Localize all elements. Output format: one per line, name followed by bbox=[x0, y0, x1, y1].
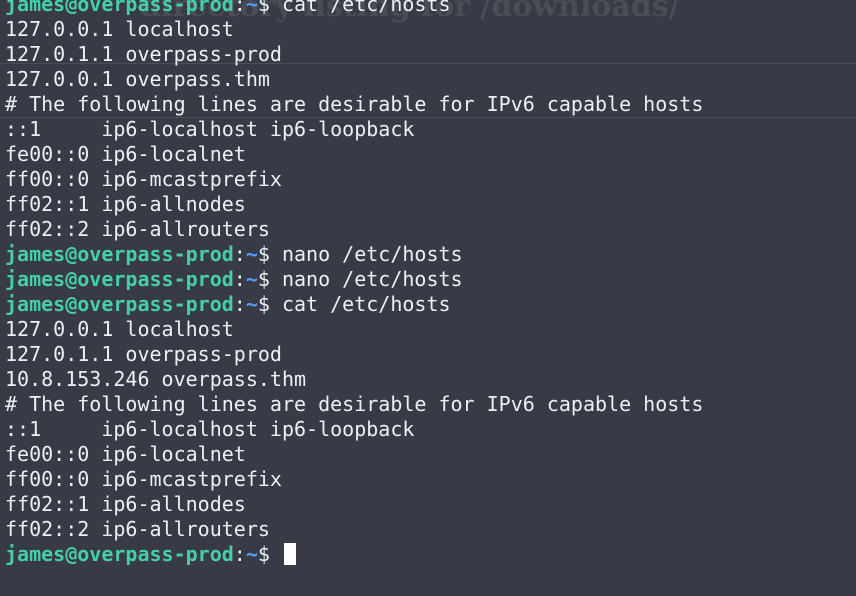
terminal-output: james@overpass-prod:~$ cat /etc/hosts 127… bbox=[5, 0, 703, 567]
prompt-path: ~ bbox=[245, 242, 258, 266]
output-line: ff02::1 ip6-allnodes bbox=[5, 492, 246, 516]
prompt-colon: : bbox=[233, 292, 246, 316]
prompt-symbol: $ bbox=[257, 242, 282, 266]
output-line: ff00::0 ip6-mcastprefix bbox=[5, 167, 282, 191]
terminal-cursor[interactable] bbox=[283, 543, 296, 565]
prompt-colon: : bbox=[233, 267, 246, 291]
command-text: nano /etc/hosts bbox=[281, 267, 463, 291]
output-line: ::1 ip6-localhost ip6-loopback bbox=[5, 117, 415, 141]
command-text: nano /etc/hosts bbox=[281, 242, 463, 266]
prompt-user-host: james@overpass-prod bbox=[5, 267, 234, 291]
prompt-symbol: $ bbox=[257, 292, 282, 316]
prompt-line: james@overpass-prod:~$ nano /etc/hosts bbox=[5, 242, 703, 267]
prompt-user-host: james@overpass-prod bbox=[5, 292, 234, 316]
output-line: ff00::0 ip6-mcastprefix bbox=[5, 467, 282, 491]
prompt-line: james@overpass-prod:~$ nano /etc/hosts bbox=[5, 267, 703, 292]
prompt-path: ~ bbox=[245, 292, 258, 316]
command-text: cat /etc/hosts bbox=[281, 0, 451, 16]
prompt-user-host: james@overpass-prod bbox=[5, 242, 234, 266]
prompt-line: james@overpass-prod:~$ cat /etc/hosts bbox=[5, 292, 703, 317]
prompt-colon: : bbox=[233, 242, 246, 266]
output-line: # The following lines are desirable for … bbox=[5, 92, 704, 116]
output-line: 127.0.0.1 localhost bbox=[5, 17, 234, 41]
prompt-symbol: $ bbox=[257, 267, 282, 291]
output-line: 127.0.1.1 overpass-prod bbox=[5, 42, 282, 66]
prompt-user-host: james@overpass-prod bbox=[5, 0, 234, 16]
prompt-colon: : bbox=[233, 0, 246, 16]
prompt-symbol: $ bbox=[257, 0, 282, 16]
prompt-symbol: $ bbox=[257, 542, 282, 566]
prompt-colon: : bbox=[233, 542, 246, 566]
prompt-path: ~ bbox=[245, 542, 258, 566]
prompt-path: ~ bbox=[245, 0, 258, 16]
output-line: fe00::0 ip6-localnet bbox=[5, 142, 246, 166]
output-line: 127.0.0.1 overpass.thm bbox=[5, 67, 270, 91]
output-line: fe00::0 ip6-localnet bbox=[5, 442, 246, 466]
prompt-line: james@overpass-prod:~$ cat /etc/hosts bbox=[5, 0, 703, 17]
command-text: cat /etc/hosts bbox=[281, 292, 451, 316]
output-line: 127.0.1.1 overpass-prod bbox=[5, 342, 282, 366]
terminal-window[interactable]: directory listing for /downloads/ james@… bbox=[0, 0, 856, 596]
output-line: ff02::1 ip6-allnodes bbox=[5, 192, 246, 216]
prompt-line: james@overpass-prod:~$ bbox=[5, 542, 703, 567]
prompt-path: ~ bbox=[245, 267, 258, 291]
prompt-user-host: james@overpass-prod bbox=[5, 542, 234, 566]
output-line: 127.0.0.1 localhost bbox=[5, 317, 234, 341]
output-line: ::1 ip6-localhost ip6-loopback bbox=[5, 417, 415, 441]
output-line: 10.8.153.246 overpass.thm bbox=[5, 367, 307, 391]
output-line: # The following lines are desirable for … bbox=[5, 392, 704, 416]
output-line: ff02::2 ip6-allrouters bbox=[5, 517, 270, 541]
output-line: ff02::2 ip6-allrouters bbox=[5, 217, 270, 241]
